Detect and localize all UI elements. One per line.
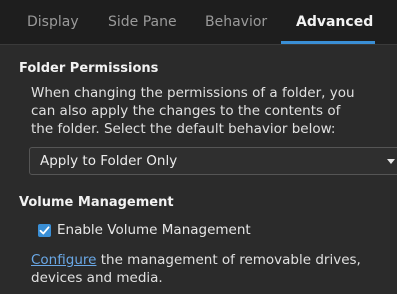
tab-advanced[interactable]: Advanced: [296, 14, 373, 30]
active-tab-indicator: [281, 41, 375, 44]
folder-permissions-dropdown[interactable]: Apply to Folder Only: [29, 147, 397, 175]
configure-link[interactable]: Configure: [31, 252, 96, 268]
tab-side-pane[interactable]: Side Pane: [108, 14, 177, 30]
checkmark-icon: [39, 226, 50, 235]
tab-display[interactable]: Display: [27, 14, 79, 30]
folder-permissions-heading: Folder Permissions: [19, 61, 159, 76]
tab-bar: Display Side Pane Behavior Advanced: [0, 0, 397, 45]
chevron-down-icon: [387, 159, 395, 164]
folder-permissions-description: When changing the permissions of a folde…: [31, 85, 355, 137]
tab-behavior[interactable]: Behavior: [205, 14, 267, 30]
dropdown-selected-value: Apply to Folder Only: [40, 153, 178, 169]
enable-volume-management-label[interactable]: Enable Volume Management: [57, 222, 251, 238]
enable-volume-management-checkbox[interactable]: [38, 224, 51, 237]
volume-management-description: Configure the management of removable dr…: [31, 251, 371, 287]
volume-management-heading: Volume Management: [19, 195, 174, 210]
